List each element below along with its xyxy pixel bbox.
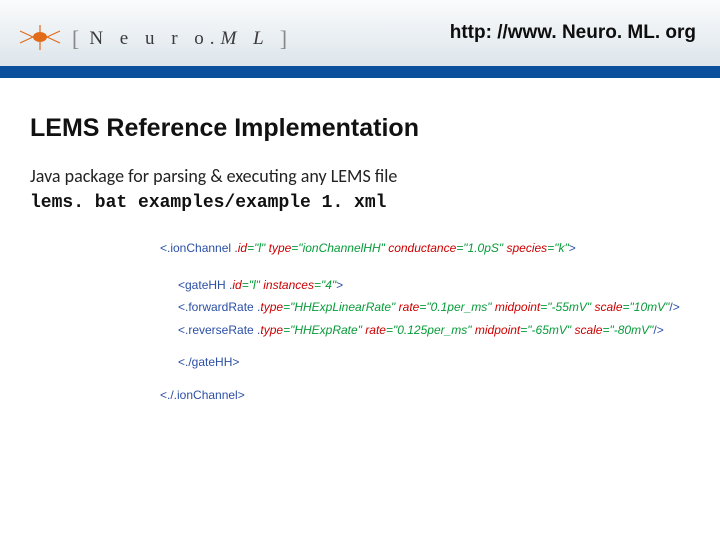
xml-tag: > — [569, 241, 576, 255]
xml-attr-value: ="10mV" — [623, 300, 670, 314]
xml-tag: <.reverseRate . — [178, 323, 260, 337]
xml-attr-name: species — [503, 241, 547, 255]
xml-attr-name: instances — [260, 278, 314, 292]
xml-attr-value: ="HHExpLinearRate" — [283, 300, 395, 314]
xml-attr-name: scale — [591, 300, 622, 314]
xml-attr-value: ="-55mV" — [540, 300, 591, 314]
xml-attr-name: conductance — [385, 241, 456, 255]
logo-text-neuro: N e u r o. — [89, 28, 220, 49]
xml-tag: <.ionChannel . — [160, 241, 238, 255]
xml-attr-name: type — [260, 300, 283, 314]
xml-tag: <./gateHH> — [178, 355, 239, 369]
code-line-1: <.ionChannel .id="l" type="ionChannelHH"… — [160, 239, 690, 258]
xml-tag: <gateHH . — [178, 278, 232, 292]
code-line-2: <gateHH .id="l" instances="4"> — [178, 276, 690, 295]
bracket-open-icon: [ — [72, 26, 79, 52]
xml-attr-value: ="HHExpRate" — [283, 323, 362, 337]
xml-attr-name: scale — [571, 323, 602, 337]
slide-body: LEMS Reference Implementation Java packa… — [0, 78, 720, 405]
header-url: http: //www. Neuro. ML. org — [450, 22, 696, 44]
subtitle: Java package for parsing & executing any… — [30, 165, 690, 187]
xml-attr-value: ="0.125per_ms" — [386, 323, 472, 337]
xml-attr-value: ="l" — [242, 278, 260, 292]
bracket-close-icon: ] — [280, 26, 287, 52]
xml-attr-value: ="l" — [247, 241, 265, 255]
xml-attr-value: ="4" — [314, 278, 336, 292]
xml-tag: > — [336, 278, 343, 292]
xml-attr-value: ="-80mV" — [602, 323, 653, 337]
xml-attr-name: type — [265, 241, 291, 255]
logo: [ N e u r o.M L ] — [18, 23, 287, 56]
xml-attr-name: rate — [395, 300, 419, 314]
xml-attr-value: ="ionChannelHH" — [291, 241, 385, 255]
slide: [ N e u r o.M L ] http: //www. Neuro. ML… — [0, 0, 720, 540]
xml-attr-name: rate — [362, 323, 386, 337]
xml-attr-value: ="-65mV" — [520, 323, 571, 337]
code-line-5: <./gateHH> — [178, 353, 690, 372]
xml-attr-value: ="1.0pS" — [456, 241, 503, 255]
code-line-6: <./.ionChannel> — [160, 386, 690, 405]
logo-text-ml: M L — [221, 28, 270, 49]
header-rule — [0, 66, 720, 78]
xml-tag: /> — [653, 323, 663, 337]
logo-text: N e u r o.M L — [89, 28, 269, 50]
xml-attr-value: ="0.1per_ms" — [419, 300, 491, 314]
xml-tag: <./.ionChannel> — [160, 388, 245, 402]
page-title: LEMS Reference Implementation — [30, 114, 690, 143]
xml-attr-name: id — [238, 241, 247, 255]
xml-attr-name: id — [232, 278, 241, 292]
command-line: lems. bat examples/example 1. xml — [30, 193, 690, 213]
neuron-icon — [18, 23, 62, 56]
header-bar: [ N e u r o.M L ] http: //www. Neuro. ML… — [0, 0, 720, 78]
code-line-3: <.forwardRate .type="HHExpLinearRate" ra… — [178, 298, 690, 317]
xml-attr-name: type — [260, 323, 283, 337]
code-line-4: <.reverseRate .type="HHExpRate" rate="0.… — [178, 321, 690, 340]
code-block: <.ionChannel .id="l" type="ionChannelHH"… — [160, 239, 690, 405]
xml-attr-name: midpoint — [472, 323, 521, 337]
xml-attr-name: midpoint — [492, 300, 541, 314]
xml-tag: /> — [669, 300, 679, 314]
xml-tag: <.forwardRate . — [178, 300, 260, 314]
xml-attr-value: ="k" — [547, 241, 569, 255]
